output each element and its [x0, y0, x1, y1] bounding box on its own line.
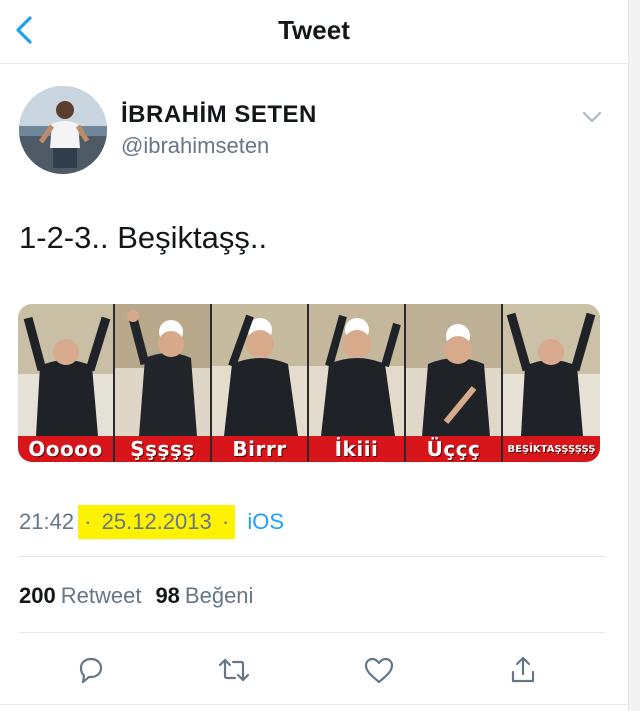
share-icon [511, 656, 535, 683]
tweet-date: 25.12.2013 [101, 509, 212, 534]
retweet-count[interactable]: 200 [19, 583, 56, 608]
divider [19, 556, 605, 557]
page-title: Tweet [278, 15, 350, 45]
caption: Ooooo [28, 437, 103, 461]
avatar-photo [19, 86, 107, 174]
caption-bar: BEŞİKTAŞŞŞŞŞŞ [503, 436, 600, 462]
date-highlight: · 25.12.2013 · [78, 505, 236, 539]
caption: BEŞİKTAŞŞŞŞŞŞ [507, 443, 596, 455]
caption-bar: Ooooo [18, 436, 113, 462]
chevron-down-icon [582, 111, 602, 123]
tweet-time: 21:42 [19, 509, 75, 534]
tweet-meta: 21:42 · 25.12.2013 · iOS [19, 505, 284, 539]
more-options-button[interactable] [580, 108, 604, 126]
scroll-edge [628, 0, 640, 711]
author-handle[interactable]: @ibrahimseten [121, 133, 269, 159]
caption: İkiii [334, 437, 379, 461]
reply-icon [79, 657, 103, 684]
caption: Birrr [232, 437, 287, 461]
caption: Şşşşş [130, 437, 195, 461]
media-panel: Ooooo [18, 304, 115, 462]
separator: · [221, 509, 230, 534]
media-panel: BEŞİKTAŞŞŞŞŞŞ [503, 304, 600, 462]
tweet-source-link[interactable]: iOS [247, 509, 284, 535]
tweet-text: 1-2-3.. Beşiktaşş.. [19, 220, 268, 255]
caption: Üççç [426, 437, 481, 461]
retweet-icon [218, 658, 250, 682]
like-button[interactable] [359, 650, 399, 690]
heart-icon [364, 657, 394, 684]
caption-bar: Birrr [212, 436, 307, 462]
media-panel: Birrr [212, 304, 309, 462]
reply-button[interactable] [71, 650, 111, 690]
like-label[interactable]: Beğeni [185, 583, 254, 608]
separator: · [84, 509, 92, 534]
caption-bar: Şşşşş [115, 436, 210, 462]
divider [0, 704, 628, 705]
media-panel: İkiii [309, 304, 406, 462]
share-button[interactable] [503, 650, 543, 690]
caption-bar: Üççç [406, 436, 501, 462]
tweet-media-image[interactable]: Ooooo Şşşşş Birrr İkiii Üççç BEŞİKTAŞŞŞŞ… [18, 304, 600, 462]
tweet-stats: 200 Retweet 98 Beğeni [19, 583, 253, 609]
action-bar [0, 650, 628, 690]
avatar[interactable] [19, 86, 107, 174]
retweet-label[interactable]: Retweet [61, 583, 142, 608]
author-display-name[interactable]: İBRAHİM SETEN [121, 101, 317, 129]
top-nav-bar: Tweet [0, 0, 628, 64]
caption-bar: İkiii [309, 436, 404, 462]
divider [19, 632, 605, 633]
retweet-button[interactable] [214, 650, 254, 690]
like-count[interactable]: 98 [155, 583, 179, 608]
media-panel: Üççç [406, 304, 503, 462]
media-panel: Şşşşş [115, 304, 212, 462]
